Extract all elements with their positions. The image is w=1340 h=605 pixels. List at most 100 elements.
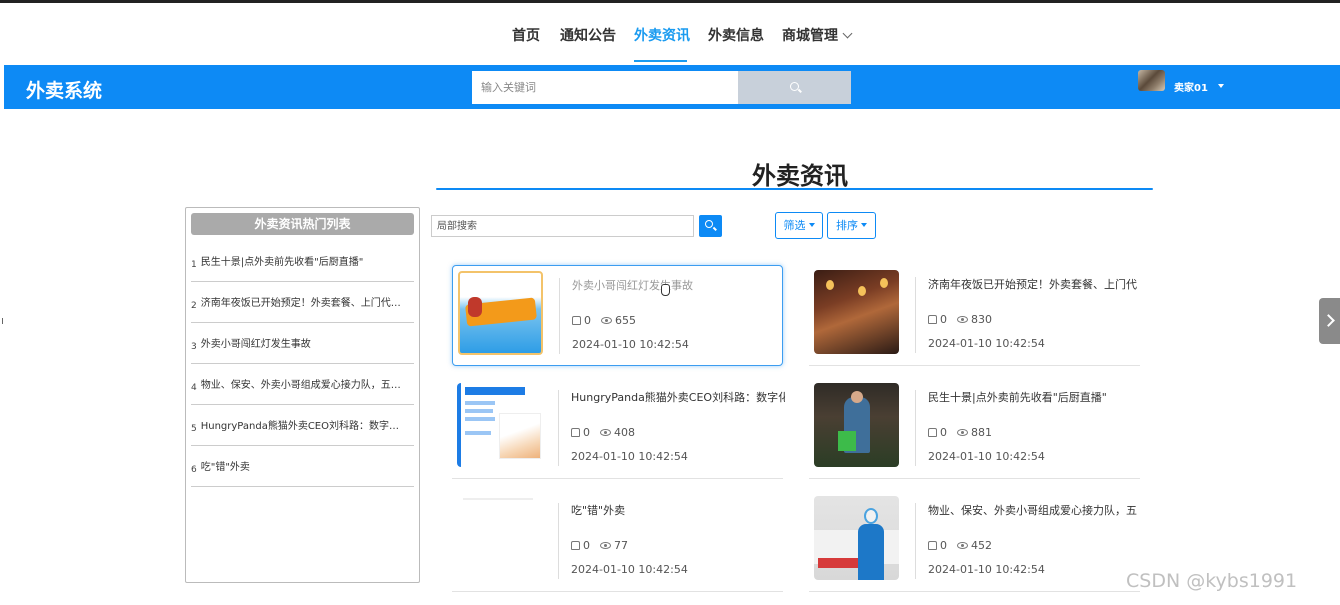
sidebar-item-number: 6 — [191, 465, 197, 475]
like-count: 0 — [940, 313, 947, 326]
avatar[interactable] — [1138, 70, 1165, 91]
eye-icon — [957, 316, 968, 323]
view-count: 830 — [971, 313, 992, 326]
like-icon[interactable] — [928, 541, 937, 550]
view-count: 408 — [614, 426, 635, 439]
left-edge-marker — [0, 318, 3, 324]
username[interactable]: 卖家01 — [1174, 79, 1208, 94]
sidebar-item-number: 5 — [191, 424, 197, 434]
doc-chart-shape — [499, 413, 541, 459]
top-navigation: 首页 通知公告 外卖资讯 外卖信息 商城管理 — [0, 3, 1340, 65]
filter-button[interactable]: 筛选 — [775, 212, 823, 239]
courier-head-shape — [864, 508, 878, 524]
caret-down-icon — [861, 223, 867, 227]
sidebar-item-number: 4 — [191, 383, 197, 393]
head-shape — [851, 391, 863, 403]
card-date: 2024-01-10 10:42:54 — [571, 563, 688, 576]
eye-icon — [601, 317, 612, 324]
nav-home[interactable]: 首页 — [512, 25, 540, 45]
card-title: 民生十景|点外卖前先收看"后厨直播" — [928, 391, 1107, 404]
view-count: 655 — [615, 314, 636, 327]
sidebar-item-title: 济南年夜饭已开始预定！外卖套餐、上门代… — [200, 298, 401, 309]
like-icon[interactable] — [572, 316, 581, 325]
search-button[interactable] — [738, 71, 851, 104]
news-card[interactable]: 济南年夜饭已开始预定！外卖套餐、上门代 0 830 2024-01-10 10:4… — [809, 265, 1140, 366]
sidebar-item[interactable]: 3 外卖小哥闯红灯发生事故 — [191, 323, 414, 364]
hand-cursor-icon — [661, 284, 670, 296]
card-date: 2024-01-10 10:42:54 — [928, 563, 1045, 576]
caret-down-icon — [808, 223, 815, 227]
card-stats: 0 77 — [571, 539, 628, 552]
sidebar-item-number: 1 — [191, 260, 197, 270]
nav-takeaway-news[interactable]: 外卖资讯 — [634, 25, 690, 45]
nav-mall-management[interactable]: 商城管理 — [782, 25, 853, 45]
nav-notices[interactable]: 通知公告 — [560, 25, 616, 45]
card-divider — [559, 278, 560, 354]
card-date: 2024-01-10 10:42:54 — [571, 450, 688, 463]
news-card[interactable]: HungryPanda熊猫外卖CEO刘科路：数字化 0 408 2024-01-1… — [452, 378, 785, 479]
nav-takeaway-info[interactable]: 外卖信息 — [708, 25, 764, 45]
news-card[interactable]: 物业、保安、外卖小哥组成爱心接力队，五 0 452 2024-01-10 10:4… — [809, 491, 1140, 592]
card-divider — [915, 390, 916, 466]
lamp-shape — [826, 280, 834, 290]
blank-image — [457, 496, 542, 580]
view-count: 881 — [971, 426, 992, 439]
doc-line-shape — [465, 417, 495, 421]
worker-image — [814, 383, 899, 467]
card-date: 2024-01-10 10:42:54 — [928, 450, 1045, 463]
image-strip-shape — [463, 498, 533, 500]
like-icon[interactable] — [928, 315, 937, 324]
nav-mall-management-label: 商城管理 — [782, 28, 838, 44]
active-tab-underline — [634, 60, 687, 62]
sidebar-item[interactable]: 1 民生十景|点外卖前先收看"后厨直播" — [191, 241, 414, 282]
local-search-input[interactable] — [431, 215, 694, 237]
view-count: 77 — [614, 539, 628, 552]
news-card[interactable]: 吃"错"外卖 0 77 2024-01-10 10:42:54 — [452, 491, 783, 592]
search-icon — [790, 82, 799, 91]
doc-header-shape — [465, 387, 525, 395]
takeaway-logo-image — [458, 271, 543, 355]
like-count: 0 — [583, 539, 590, 552]
sidebar-item-title: 物业、保安、外卖小哥组成爱心接力队，五… — [200, 380, 401, 391]
sidebar-item-title: 吃"错"外卖 — [200, 462, 250, 473]
card-stats: 0 881 — [928, 426, 992, 439]
sidebar-item-number: 3 — [191, 342, 197, 352]
doc-line-shape — [465, 401, 495, 405]
sidebar-item[interactable]: 5 HungryPanda熊猫外卖CEO刘科路：数字… — [191, 405, 414, 446]
lamp-shape — [858, 286, 866, 296]
sidebar-item[interactable]: 6 吃"错"外卖 — [191, 446, 414, 487]
local-search-button[interactable] — [699, 215, 722, 237]
watermark: CSDN @kybs1991 — [1126, 570, 1298, 592]
courier-image — [814, 496, 899, 580]
sidebar-item[interactable]: 4 物业、保安、外卖小哥组成爱心接力队，五… — [191, 364, 414, 405]
eye-icon — [600, 429, 611, 436]
restaurant-image — [814, 270, 899, 354]
chevron-down-icon — [842, 28, 853, 39]
like-icon[interactable] — [571, 541, 580, 550]
like-count: 0 — [584, 314, 591, 327]
eye-icon — [957, 429, 968, 436]
card-title: 物业、保安、外卖小哥组成爱心接力队，五 — [928, 504, 1137, 517]
card-title: 吃"错"外卖 — [571, 504, 626, 517]
user-menu-caret-icon[interactable] — [1218, 84, 1224, 88]
card-stats: 0 408 — [571, 426, 635, 439]
next-arrow-button[interactable] — [1319, 298, 1340, 344]
header-bar: 外卖系统 卖家01 — [4, 65, 1340, 109]
card-date: 2024-01-10 10:42:54 — [928, 337, 1045, 350]
like-icon[interactable] — [571, 428, 580, 437]
card-date: 2024-01-10 10:42:54 — [572, 338, 689, 351]
sort-button[interactable]: 排序 — [827, 212, 876, 239]
like-count: 0 — [940, 539, 947, 552]
sidebar-item[interactable]: 2 济南年夜饭已开始预定！外卖套餐、上门代… — [191, 282, 414, 323]
eye-icon — [957, 542, 968, 549]
news-card[interactable]: 民生十景|点外卖前先收看"后厨直播" 0 881 2024-01-10 10:42… — [809, 378, 1140, 479]
hot-list-sidebar: 外卖资讯热门列表 1 民生十景|点外卖前先收看"后厨直播" 2 济南年夜饭已开始预定… — [185, 207, 420, 583]
doc-line-shape — [465, 409, 493, 413]
like-count: 0 — [940, 426, 947, 439]
like-icon[interactable] — [928, 428, 937, 437]
search-icon — [705, 220, 713, 228]
document-image — [457, 383, 542, 467]
keyword-search-input[interactable] — [472, 71, 738, 104]
news-card[interactable]: 外卖小哥闯红灯发生事故 0 655 2024-01-10 10:42:54 — [452, 265, 783, 366]
mascot-shape — [468, 297, 482, 317]
